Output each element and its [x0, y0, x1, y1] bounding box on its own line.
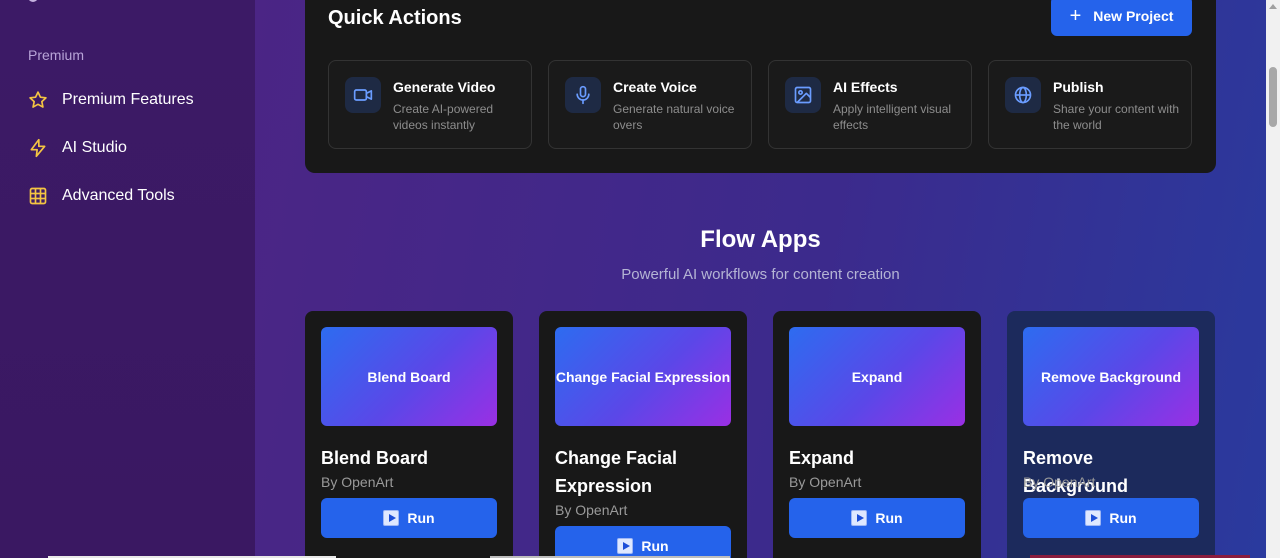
video-camera-icon — [345, 77, 381, 113]
app-thumbnail: Remove Background — [1023, 327, 1199, 426]
app-thumbnail: Change Facial Expression — [555, 327, 731, 426]
new-project-button[interactable]: + New Project — [1051, 0, 1192, 36]
quick-action-desc: Share your content with the world — [1053, 102, 1180, 132]
app-card-expand[interactable]: Expand Expand By OpenArt Run — [773, 311, 981, 558]
main-content: Quick Actions + New Project Generate Vid… — [255, 0, 1266, 558]
sidebar-section-label: Premium — [28, 47, 85, 63]
quick-actions-title: Quick Actions — [328, 7, 462, 29]
app-author: By OpenArt — [1023, 474, 1096, 490]
sidebar-item-premium-features[interactable]: Premium Features — [28, 88, 194, 112]
sidebar-item-label: Advanced Tools — [62, 187, 175, 204]
grid-icon — [29, 187, 47, 205]
sidebar: Premium Premium Features AI Studio Advan… — [0, 0, 255, 558]
app-thumbnail: Blend Board — [321, 327, 497, 426]
image-icon — [785, 77, 821, 113]
app-thumbnail: Expand — [789, 327, 965, 426]
run-button[interactable]: Run — [555, 526, 731, 558]
app-card-change-facial-expression[interactable]: Change Facial Expression Change Facial E… — [539, 311, 747, 558]
new-project-label: New Project — [1093, 8, 1174, 24]
app-author: By OpenArt — [321, 474, 394, 490]
sidebar-item-ai-studio[interactable]: AI Studio — [28, 136, 127, 160]
run-label: Run — [875, 510, 903, 526]
quick-action-publish[interactable]: Publish Share your content with the worl… — [988, 60, 1192, 149]
run-button[interactable]: Run — [321, 498, 497, 538]
app-card-remove-background[interactable]: Remove Background Remove Background By O… — [1007, 311, 1215, 558]
flow-apps-subtitle: Powerful AI workflows for content creati… — [621, 266, 900, 283]
microphone-icon — [565, 77, 601, 113]
app-author: By OpenArt — [555, 502, 628, 518]
quick-action-title: Generate Video — [393, 79, 496, 95]
scroll-up-arrow-icon[interactable] — [1269, 4, 1277, 9]
sidebar-item-label: Premium Features — [62, 91, 194, 108]
play-icon — [383, 510, 400, 526]
globe-icon — [1005, 77, 1041, 113]
app-name: Expand — [789, 448, 855, 468]
quick-action-title: AI Effects — [833, 79, 898, 95]
run-button[interactable]: Run — [789, 498, 965, 538]
quick-actions-panel: Quick Actions + New Project Generate Vid… — [305, 0, 1216, 173]
app-name: Blend Board — [321, 448, 429, 468]
app-name: Remove Background — [1023, 448, 1129, 496]
quick-action-desc: Apply intelligent visual effects — [833, 102, 952, 132]
scrollbar-thumb[interactable] — [1269, 67, 1277, 127]
sidebar-item-cut-off[interactable] — [28, 0, 118, 4]
run-label: Run — [1109, 510, 1137, 526]
plus-icon: + — [1069, 5, 1082, 27]
quick-action-create-voice[interactable]: Create Voice Generate natural voice over… — [548, 60, 752, 149]
partial-icon — [28, 0, 38, 2]
play-icon — [851, 510, 868, 526]
play-icon — [1085, 510, 1102, 526]
star-icon — [29, 91, 47, 108]
quick-action-desc: Create AI-powered videos instantly — [393, 102, 494, 132]
app-name: Change Facial Expression — [555, 448, 678, 496]
run-label: Run — [407, 510, 435, 526]
quick-action-generate-video[interactable]: Generate Video Create AI-powered videos … — [328, 60, 532, 149]
quick-action-title: Create Voice — [613, 79, 697, 95]
app-card-blend-board[interactable]: Blend Board Blend Board By OpenArt Run — [305, 311, 513, 558]
quick-action-ai-effects[interactable]: AI Effects Apply intelligent visual effe… — [768, 60, 972, 149]
vertical-scrollbar[interactable] — [1266, 0, 1280, 558]
sidebar-item-label: AI Studio — [62, 139, 127, 156]
run-label: Run — [641, 538, 669, 554]
run-button[interactable]: Run — [1023, 498, 1199, 538]
app-author: By OpenArt — [789, 474, 862, 490]
play-icon — [617, 538, 634, 554]
sidebar-item-advanced-tools[interactable]: Advanced Tools — [28, 184, 175, 208]
flow-apps-title: Flow Apps — [700, 226, 821, 253]
quick-action-desc: Generate natural voice overs — [613, 102, 735, 132]
quick-action-title: Publish — [1053, 79, 1104, 95]
lightning-icon — [30, 138, 46, 158]
